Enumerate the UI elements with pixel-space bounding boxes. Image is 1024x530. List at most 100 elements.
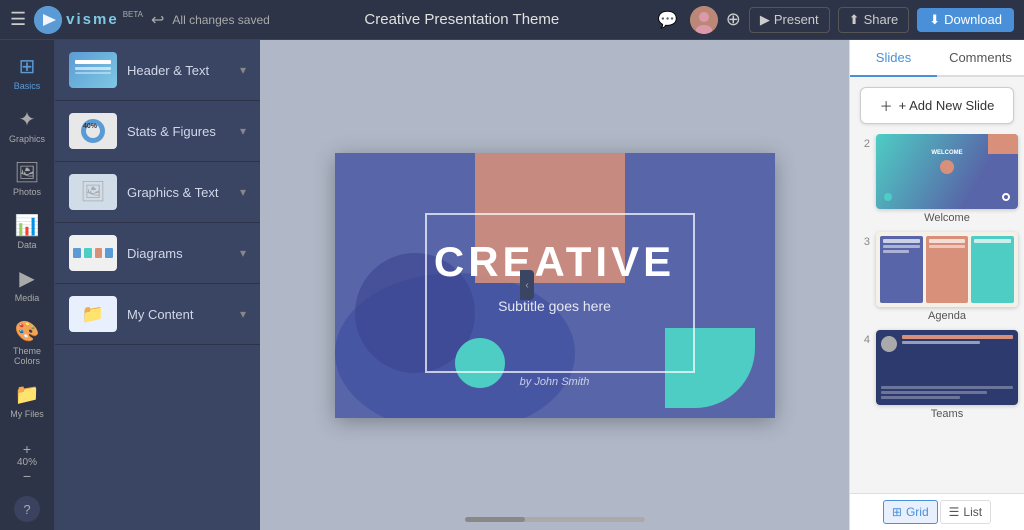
slide-num-3: 3: [856, 232, 870, 248]
share-button[interactable]: ⬆ Share: [838, 7, 910, 33]
slide-title: CREATIVE: [335, 238, 775, 286]
sidebar-item-theme-colors[interactable]: 🎨 Theme Colors: [3, 313, 51, 372]
undo-icon[interactable]: ↩: [151, 10, 164, 30]
sidebar-icons: ⊞ Basics ✦ Graphics 🖼 Photos 📊 Data ▶ Me…: [0, 40, 55, 530]
stats-chevron: ▾: [240, 124, 246, 138]
save-status: All changes saved: [172, 13, 269, 27]
header-text-thumb: [69, 52, 117, 88]
topbar: ☰ visme BETA ↩ All changes saved Creativ…: [0, 0, 1024, 40]
my-content-chevron: ▾: [240, 307, 246, 321]
files-label: My Files: [10, 409, 44, 419]
zoom-out-button[interactable]: −: [23, 468, 31, 484]
grid-view-button[interactable]: ⊞ Grid: [883, 500, 938, 524]
presentation-title: Creative Presentation Theme: [280, 11, 644, 28]
sidebar-item-my-files[interactable]: 📁 My Files: [3, 376, 51, 425]
graphics-label: Graphics: [9, 134, 45, 144]
slide-subtitle: Subtitle goes here: [335, 298, 775, 314]
list-icon: ☰: [949, 505, 960, 519]
main-area: ⊞ Basics ✦ Graphics 🖼 Photos 📊 Data ▶ Me…: [0, 40, 1024, 530]
scrollbar-thumb: [465, 517, 525, 522]
my-content-label: My Content: [127, 307, 230, 322]
stats-thumb: 40%: [69, 113, 117, 149]
slide-preview-teams: [876, 330, 1018, 405]
graphics-icon: ✦: [19, 107, 36, 132]
slide-thumb-2[interactable]: 2 WELCOME Welcome: [856, 134, 1018, 224]
add-slide-icon: ＋: [880, 96, 893, 115]
panel-item-stats[interactable]: 40% Stats & Figures ▾: [55, 101, 260, 162]
canvas-scrollbar[interactable]: [465, 517, 645, 522]
grid-label: Grid: [906, 505, 929, 519]
logo-text: visme: [66, 11, 119, 28]
download-icon: ⬇: [929, 12, 940, 28]
graphics-text-thumb: 🖼: [69, 174, 117, 210]
slides-list: 2 WELCOME Welcome: [850, 134, 1024, 493]
view-toggle: ⊞ Grid ☰ List: [850, 493, 1024, 530]
content-panel: Header & Text ▾ 40% Stats & Figures ▾ 🖼 …: [55, 40, 260, 530]
sidebar-item-photos[interactable]: 🖼 Photos: [3, 154, 51, 203]
diagrams-chevron: ▾: [240, 246, 246, 260]
panel-item-my-content[interactable]: 📁 My Content ▾: [55, 284, 260, 345]
panel-collapse-arrow[interactable]: ‹: [520, 270, 534, 300]
add-person-icon[interactable]: ⊕: [726, 9, 741, 30]
sidebar-item-graphics[interactable]: ✦ Graphics: [3, 101, 51, 150]
hamburger-icon[interactable]: ☰: [10, 9, 26, 30]
topbar-right: 💬 ⊕ ▶ Present ⬆ Share ⬇ Download: [654, 6, 1014, 34]
files-icon: 📁: [15, 382, 40, 407]
graphics-chevron: ▾: [240, 185, 246, 199]
photos-label: Photos: [13, 187, 41, 197]
canvas-area[interactable]: CREATIVE Subtitle goes here by John Smit…: [260, 40, 849, 530]
photos-icon: 🖼: [14, 160, 39, 185]
right-panel: Slides Comments ＋ + Add New Slide 2 WELC…: [849, 40, 1024, 530]
zoom-controls: + 40% −: [17, 441, 37, 484]
media-label: Media: [15, 293, 40, 303]
present-label: Present: [774, 12, 819, 27]
sidebar-item-basics[interactable]: ⊞ Basics: [3, 48, 51, 97]
header-text-chevron: ▾: [240, 63, 246, 77]
slide-thumb-4[interactable]: 4: [856, 330, 1018, 420]
add-new-slide-button[interactable]: ＋ + Add New Slide: [860, 87, 1014, 124]
slide-num-4: 4: [856, 330, 870, 346]
slide-label-teams: Teams: [876, 408, 1018, 420]
slide-thumb-3[interactable]: 3: [856, 232, 1018, 322]
share-label: Share: [864, 12, 899, 27]
slide-label-welcome: Welcome: [876, 212, 1018, 224]
basics-icon: ⊞: [19, 54, 36, 79]
slide-preview-welcome: WELCOME: [876, 134, 1018, 209]
comments-icon[interactable]: 💬: [654, 6, 682, 34]
panel-item-graphics-text[interactable]: 🖼 Graphics & Text ▾: [55, 162, 260, 223]
present-button[interactable]: ▶ Present: [749, 7, 830, 33]
help-button[interactable]: ?: [14, 496, 40, 522]
basics-label: Basics: [14, 81, 41, 91]
slide-author: by John Smith: [335, 376, 775, 388]
sidebar-item-data[interactable]: 📊 Data: [3, 207, 51, 256]
theme-icon: 🎨: [15, 319, 40, 344]
download-button[interactable]: ⬇ Download: [917, 8, 1014, 32]
my-content-thumb: 📁: [69, 296, 117, 332]
avatar[interactable]: [690, 6, 718, 34]
list-view-button[interactable]: ☰ List: [940, 500, 991, 524]
slide-preview-agenda: [876, 232, 1018, 307]
logo: visme BETA: [34, 6, 143, 34]
add-slide-label: + Add New Slide: [899, 98, 995, 113]
list-label: List: [963, 505, 982, 519]
topbar-left: ☰ visme BETA ↩ All changes saved: [10, 6, 270, 34]
theme-label: Theme Colors: [7, 346, 47, 366]
download-label: Download: [944, 12, 1002, 27]
slide-border-rect: [425, 213, 695, 373]
header-text-label: Header & Text: [127, 63, 230, 78]
media-icon: ▶: [19, 266, 34, 291]
tab-slides[interactable]: Slides: [850, 40, 937, 77]
panel-item-diagrams[interactable]: Diagrams ▾: [55, 223, 260, 284]
panel-item-header-text[interactable]: Header & Text ▾: [55, 40, 260, 101]
slide-num-2: 2: [856, 134, 870, 150]
logo-beta: BETA: [123, 10, 143, 19]
slide-canvas: CREATIVE Subtitle goes here by John Smit…: [335, 153, 775, 418]
sidebar-item-media[interactable]: ▶ Media: [3, 260, 51, 309]
tab-comments[interactable]: Comments: [937, 40, 1024, 77]
zoom-value: 40%: [17, 457, 37, 468]
logo-icon: [34, 6, 62, 34]
zoom-in-button[interactable]: +: [23, 441, 31, 457]
right-panel-tabs: Slides Comments: [850, 40, 1024, 77]
diagrams-label: Diagrams: [127, 246, 230, 261]
share-icon: ⬆: [849, 12, 860, 28]
